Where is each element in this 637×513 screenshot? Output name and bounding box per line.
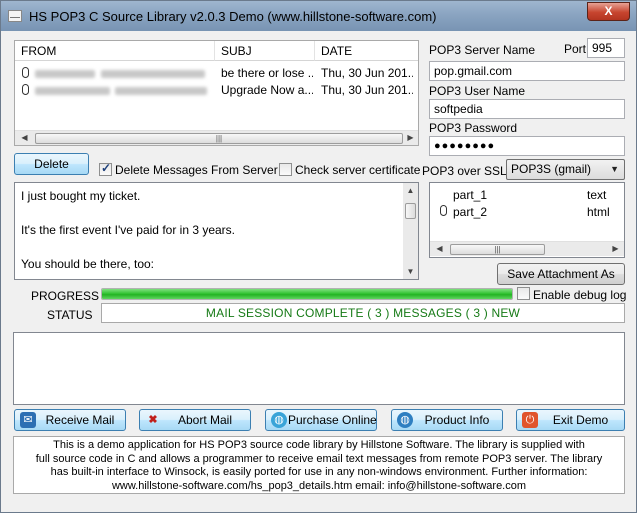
port-input[interactable]: 995 xyxy=(587,38,625,58)
status-text: MAIL SESSION COMPLETE ( 3 ) MESSAGES ( 3… xyxy=(101,303,625,323)
message-body[interactable]: I just bought my ticket. It's the first … xyxy=(14,182,419,280)
info-line: has built-in interface to Winsock, is ea… xyxy=(50,466,588,478)
receive-mail-button[interactable]: ✉ Receive Mail xyxy=(14,409,126,431)
mail-list-hscrollbar[interactable]: ◀ ||| ▶ xyxy=(15,130,418,145)
scroll-up-icon[interactable]: ▲ xyxy=(403,183,418,198)
ssl-select[interactable]: POP3S (gmail) ▼ xyxy=(506,159,625,180)
ssl-label: POP3 over SSL: xyxy=(422,164,511,178)
abort-mail-button[interactable]: ✖ Abort Mail xyxy=(139,409,251,431)
column-header-from[interactable]: FROM xyxy=(15,41,215,61)
mail-row[interactable]: be there or lose ... Thu, 30 Jun 201... xyxy=(15,65,418,82)
window-title: HS POP3 C Source Library v2.0.3 Demo (ww… xyxy=(29,9,437,24)
redacted-sender xyxy=(35,70,95,78)
mail-icon: ✉ xyxy=(20,412,36,428)
exit-demo-button[interactable]: ⏻ Exit Demo xyxy=(516,409,625,431)
purchase-online-button[interactable]: ◍ Purchase Online xyxy=(265,409,377,431)
column-header-date[interactable]: DATE xyxy=(315,41,418,61)
mail-date: Thu, 30 Jun 201... xyxy=(321,66,413,80)
delete-button[interactable]: Delete xyxy=(14,153,89,175)
product-info-button[interactable]: ◍ Product Info xyxy=(391,409,503,431)
scroll-left-icon[interactable]: ◀ xyxy=(17,131,32,145)
log-area[interactable] xyxy=(13,332,625,405)
column-header-subj[interactable]: SUBJ xyxy=(215,41,315,61)
paperclip-icon xyxy=(22,84,29,95)
port-label: Port xyxy=(564,42,587,56)
title-bar[interactable]: HS POP3 C Source Library v2.0.3 Demo (ww… xyxy=(1,1,636,31)
password-input[interactable]: ●●●●●●●● xyxy=(429,136,625,156)
progress-label: PROGRESS xyxy=(31,289,100,303)
info-line: www.hillstone-software.com/hs_pop3_detai… xyxy=(111,479,527,492)
app-window: HS POP3 C Source Library v2.0.3 Demo (ww… xyxy=(0,0,637,513)
scroll-right-icon[interactable]: ▶ xyxy=(608,242,623,256)
message-vscrollbar[interactable]: ▲ ▼ xyxy=(403,183,418,279)
attachment-list[interactable]: part_1 text part_2 html ◀ ||| ▶ xyxy=(429,182,625,258)
user-name-input[interactable]: softpedia xyxy=(429,99,625,119)
info-line: full source code in C and allows a progr… xyxy=(35,452,603,465)
chevron-down-icon[interactable]: ▼ xyxy=(610,160,619,179)
paperclip-icon xyxy=(440,205,447,216)
scroll-thumb[interactable]: ||| xyxy=(450,244,545,255)
status-label: STATUS xyxy=(47,308,93,322)
delete-from-server-checkbox[interactable] xyxy=(99,161,112,176)
message-line: I just bought my ticket. xyxy=(21,189,141,203)
message-line: It's the first event I've paid for in 3 … xyxy=(21,223,236,237)
app-icon xyxy=(8,10,22,22)
scroll-right-icon[interactable]: ▶ xyxy=(403,131,418,145)
paperclip-icon xyxy=(22,67,29,78)
mail-subject: Upgrade Now a... xyxy=(221,83,313,97)
redacted-sender xyxy=(101,70,205,78)
progress-fill xyxy=(102,289,512,299)
ssl-select-value: POP3S (gmail) xyxy=(511,162,592,176)
attachment-name: part_2 xyxy=(453,205,488,219)
message-line: You should be there, too: xyxy=(21,257,154,271)
redacted-sender xyxy=(35,87,110,95)
power-icon: ⏻ xyxy=(522,412,538,428)
mail-row[interactable]: Upgrade Now a... Thu, 30 Jun 201... xyxy=(15,82,418,99)
globe-icon: ◍ xyxy=(397,412,413,428)
globe-icon: ◍ xyxy=(271,412,287,428)
password-label: POP3 Password xyxy=(429,121,518,135)
info-text: This is a demo application for HS POP3 s… xyxy=(13,436,625,494)
server-name-label: POP3 Server Name xyxy=(429,43,536,57)
debug-log-checkbox[interactable] xyxy=(517,287,530,300)
abort-icon: ✖ xyxy=(148,414,158,426)
scroll-down-icon[interactable]: ▼ xyxy=(403,264,418,279)
attachment-hscrollbar[interactable]: ◀ ||| ▶ xyxy=(430,241,624,256)
attachment-name: part_1 xyxy=(453,188,488,202)
close-button[interactable]: X xyxy=(587,2,630,21)
info-line: This is a demo application for HS POP3 s… xyxy=(53,439,585,451)
attachment-item[interactable]: part_1 text xyxy=(430,187,624,204)
mail-date: Thu, 30 Jun 201... xyxy=(321,83,413,97)
check-certificate-label: Check server certificate xyxy=(295,163,421,177)
server-name-input[interactable]: pop.gmail.com xyxy=(429,61,625,81)
attachment-type: text xyxy=(587,188,607,202)
attachment-item[interactable]: part_2 html xyxy=(430,204,624,221)
mail-list[interactable]: FROM SUBJ DATE be there or lose ... Thu,… xyxy=(14,40,419,146)
progress-bar xyxy=(101,288,513,300)
redacted-sender xyxy=(115,87,207,95)
scroll-thumb[interactable]: ||| xyxy=(35,133,403,144)
debug-log-label: Enable debug log xyxy=(533,288,627,302)
save-attachment-button[interactable]: Save Attachment As xyxy=(497,263,625,285)
user-name-label: POP3 User Name xyxy=(429,84,526,98)
mail-subject: be there or lose ... xyxy=(221,66,313,80)
attachment-type: html xyxy=(587,205,610,219)
delete-from-server-label: Delete Messages From Server xyxy=(115,163,278,177)
scroll-left-icon[interactable]: ◀ xyxy=(432,242,447,256)
scroll-thumb[interactable] xyxy=(405,203,416,219)
check-certificate-checkbox[interactable] xyxy=(279,163,292,176)
